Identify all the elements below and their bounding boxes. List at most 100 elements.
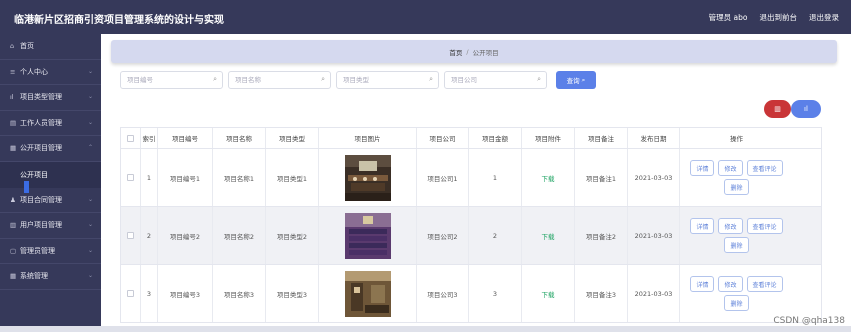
project-amount-cell: 3 (469, 265, 522, 322)
sidebar-item-home[interactable]: ⌂ 首页 (0, 34, 101, 60)
search-bar: ⌕ ⌕ ⌕ ⌕ 查询 ⌕ (120, 71, 596, 89)
user-icon: ≡ (10, 67, 16, 76)
search-icon: ⌕ (213, 75, 217, 83)
row-checkbox[interactable] (127, 232, 134, 239)
statistics-button[interactable]: ıl (791, 100, 821, 118)
chevron-up-icon: ⌃ (87, 144, 93, 151)
delete-button[interactable]: 删除 (724, 179, 749, 195)
edit-button[interactable]: 修改 (718, 276, 743, 292)
attachment-cell: 下载 (522, 265, 575, 322)
project-name-cell: 项目名称3 (213, 265, 266, 322)
list-icon: ▥ (10, 221, 17, 230)
project-image (344, 212, 391, 259)
admin-icon: ▢ (10, 246, 17, 255)
sidebar-item-personal-center[interactable]: ≡ 个人中心 ⌄ (0, 60, 101, 85)
edit-button[interactable]: 修改 (718, 218, 743, 234)
download-link[interactable]: 下载 (542, 173, 555, 183)
actions-cell: 详情 修改 查看评论 删除 (680, 207, 793, 264)
table-row: 2 项目编号2 项目名称2 项目类型2 项目公司2 2 下载 项目备注2 202… (120, 207, 822, 265)
sidebar-item-system[interactable]: ▦ 系统管理 ⌄ (0, 264, 101, 290)
view-comments-button[interactable]: 查看评论 (746, 218, 783, 234)
sidebar-item-user-project[interactable]: ▥ 用户项目管理 ⌄ (0, 213, 101, 239)
logout-link[interactable]: 退出登录 (809, 12, 839, 23)
download-link[interactable]: 下载 (542, 289, 555, 299)
detail-button[interactable]: 详情 (690, 160, 715, 176)
actions-cell: 详情 修改 查看评论 删除 (680, 265, 793, 322)
trash-icon: ▥ (774, 105, 781, 113)
project-company-cell: 项目公司1 (417, 149, 469, 206)
view-comments-button[interactable]: 查看评论 (746, 160, 783, 176)
system-icon: ▦ (10, 272, 17, 281)
table-row: 1 项目编号1 项目名称1 项目类型1 项目公司1 1 下载 项目备注1 202… (120, 149, 822, 207)
actions-cell: 详情 修改 查看评论 删除 (680, 149, 793, 206)
breadcrumb-current: 公开项目 (472, 48, 499, 57)
attachment-cell: 下载 (522, 149, 575, 206)
sidebar-item-admin[interactable]: ▢ 管理员管理 ⌄ (0, 239, 101, 264)
project-company-field: ⌕ (444, 71, 547, 89)
download-link[interactable]: 下载 (542, 231, 555, 241)
delete-button[interactable]: 删除 (724, 237, 749, 253)
doc-icon: ▦ (10, 144, 17, 153)
breadcrumb-separator: / (466, 47, 469, 56)
column-header: 项目备注 (575, 128, 628, 148)
breadcrumb: 首页 / 公开项目 (111, 40, 837, 63)
chevron-down-icon: ⌄ (87, 221, 93, 228)
project-name-cell: 项目名称1 (213, 149, 266, 206)
breadcrumb-home[interactable]: 首页 (449, 47, 462, 57)
sidebar-item-label: 工作人员管理 (20, 118, 62, 127)
project-company-input[interactable] (445, 72, 533, 88)
delete-button[interactable]: 删除 (724, 295, 749, 311)
chart-icon: ıl (10, 93, 14, 102)
top-header: 临港新片区招商引资项目管理系统的设计与实现 管理员 abo 退出到前台 退出登录 (0, 0, 851, 34)
project-image-cell (319, 149, 417, 206)
sidebar-subitem-public-project[interactable]: 公开项目 (0, 161, 101, 188)
sidebar-item-project-type[interactable]: ıl 项目类型管理 ⌄ (0, 85, 101, 111)
sidebar-item-label: 个人中心 (20, 67, 48, 76)
bar-chart-icon: ıl (804, 105, 808, 113)
row-select-cell (121, 265, 141, 322)
edit-button[interactable]: 修改 (718, 160, 743, 176)
project-image-cell (319, 265, 417, 322)
detail-button[interactable]: 详情 (690, 276, 715, 292)
admin-label: 管理员 abo (708, 13, 748, 22)
project-no-input[interactable] (121, 72, 209, 88)
batch-delete-button[interactable]: ▥ (764, 100, 791, 118)
project-name-input[interactable] (229, 72, 317, 88)
select-all-checkbox[interactable] (127, 134, 134, 142)
column-header: 项目类型 (266, 128, 319, 148)
column-header: 操作 (730, 135, 743, 143)
publish-date-cell: 2021-03-03 (628, 265, 680, 322)
index-cell: 2 (141, 207, 158, 264)
search-icon: ⌕ (537, 75, 541, 83)
project-amount-cell: 1 (469, 149, 522, 206)
column-header: 项目图片 (319, 128, 417, 148)
project-name-cell: 项目名称2 (213, 207, 266, 264)
project-type-input[interactable] (337, 72, 425, 88)
view-comments-button[interactable]: 查看评论 (746, 276, 783, 292)
project-name-field: ⌕ (228, 71, 331, 89)
column-header: 项目金额 (469, 128, 522, 148)
project-image-cell (319, 207, 417, 264)
row-checkbox[interactable] (127, 174, 134, 181)
header-actions: 管理员 abo 退出到前台 退出登录 (709, 12, 839, 23)
sidebar-item-staff[interactable]: ▤ 工作人员管理 ⌄ (0, 111, 101, 136)
search-icon: ⌕ (429, 75, 433, 83)
detail-button[interactable]: 详情 (690, 218, 715, 234)
to-front-link[interactable]: 退出到前台 (760, 12, 798, 23)
project-table: 索引 项目编号 项目名称 项目类型 项目图片 项目公司 项目金额 项目附件 项目… (120, 127, 822, 323)
sidebar-item-public-project-mgmt[interactable]: ▦ 公开项目管理 ⌃ (0, 136, 101, 162)
query-button[interactable]: 查询 ⌕ (556, 71, 596, 89)
sidebar-item-label: 公开项目 (20, 170, 48, 179)
table-row: 3 项目编号3 项目名称3 项目类型3 项目公司3 3 下载 项目备注3 202… (120, 265, 822, 323)
row-select-cell (121, 207, 141, 264)
chevron-down-icon: ⌄ (87, 118, 93, 126)
main-content: 首页 / 公开项目 ⌕ ⌕ ⌕ ⌕ 查询 ⌕ ▥ ıl (101, 34, 851, 332)
chevron-down-icon: ⌄ (87, 272, 93, 279)
sidebar-item-label: 首页 (20, 42, 34, 51)
row-checkbox[interactable] (127, 290, 134, 297)
index-cell: 1 (141, 149, 158, 206)
publish-date-cell: 2021-03-03 (628, 149, 680, 206)
project-note-cell: 项目备注1 (575, 149, 628, 206)
watermark: CSDN @qha138 (773, 316, 845, 326)
sidebar-item-contract[interactable]: ♟ 项目合同管理 ⌄ (0, 188, 101, 213)
